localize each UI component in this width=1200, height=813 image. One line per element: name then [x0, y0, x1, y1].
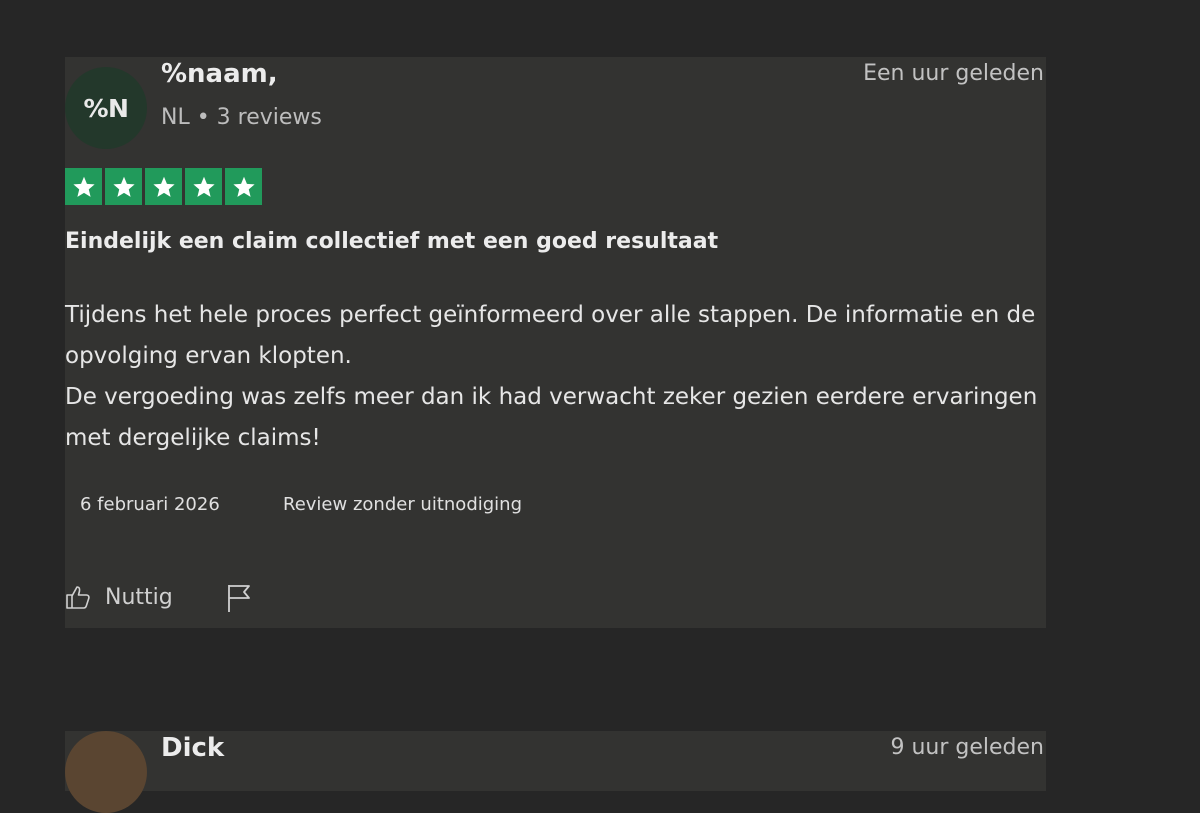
reviewer-meta: NL • 3 reviews — [161, 105, 322, 130]
review-body: Tijdens het hele proces perfect geïnform… — [65, 295, 1055, 459]
star-icon — [225, 168, 262, 205]
review-body-paragraph: Tijdens het hele proces perfect geïnform… — [65, 302, 1036, 369]
useful-label: Nuttig — [105, 584, 173, 610]
star-rating — [65, 168, 262, 205]
reviewer-name[interactable]: %naam, — [161, 59, 278, 89]
flag-icon[interactable] — [225, 582, 255, 614]
review-card: %N %naam, NL • 3 reviews Een uur geleden… — [65, 57, 1046, 628]
review-title[interactable]: Eindelijk een claim collectief met een g… — [65, 229, 718, 254]
star-icon — [65, 168, 102, 205]
review-time: Een uur geleden — [863, 61, 1044, 86]
experience-date: 6 februari 2026 — [80, 494, 220, 515]
star-icon — [185, 168, 222, 205]
useful-button[interactable]: Nuttig — [65, 583, 173, 611]
avatar[interactable]: %N — [65, 67, 147, 149]
review-label[interactable]: Review zonder uitnodiging — [283, 494, 522, 515]
thumbs-up-icon — [66, 586, 90, 609]
review-card: Dick 9 uur geleden — [65, 731, 1046, 813]
star-icon — [145, 168, 182, 205]
review-body-paragraph: De vergoeding was zelfs meer dan ik had … — [65, 384, 1038, 451]
star-icon — [105, 168, 142, 205]
avatar[interactable] — [65, 731, 147, 813]
review-time: 9 uur geleden — [890, 735, 1044, 760]
